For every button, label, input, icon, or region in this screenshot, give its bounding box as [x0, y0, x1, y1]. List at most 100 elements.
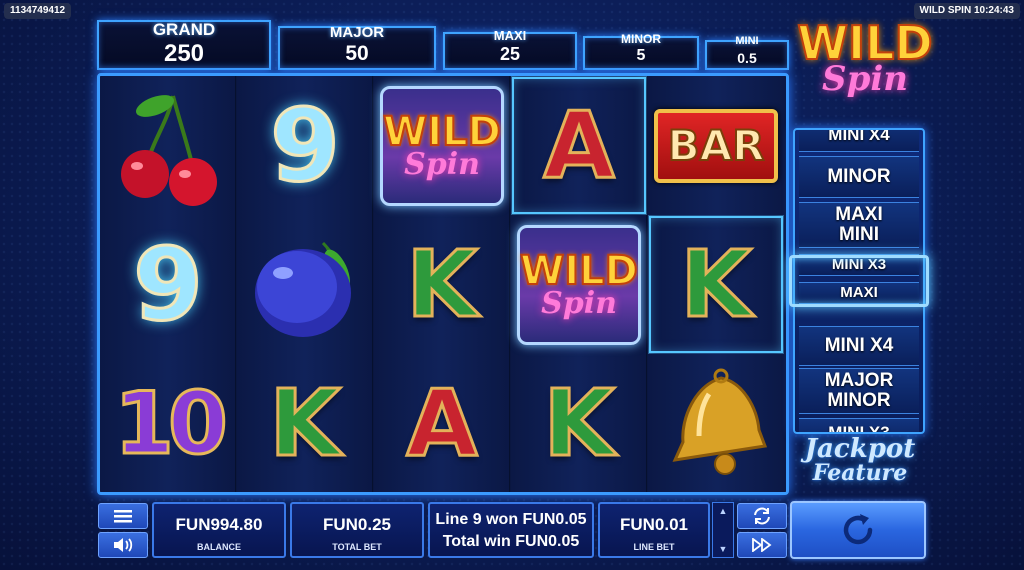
feature-label-line2: Feature	[812, 460, 908, 486]
line-bet-stepper[interactable]: ▲ ▼	[712, 502, 734, 558]
symbol-nine: 9	[100, 215, 236, 354]
wheel-item-label: MAJOR	[824, 370, 894, 391]
spin-text: Spin	[541, 285, 617, 321]
wheel-item: MINI X3	[799, 418, 919, 434]
symbol-k: K	[237, 354, 373, 492]
total-win-text: Total win FUN0.05	[442, 533, 580, 550]
balance-panel: FUN994.80 BALANCE	[152, 502, 286, 558]
reel-2: 9 K	[237, 76, 373, 492]
bar-text: BAR	[667, 120, 766, 171]
spin-arrow-icon	[843, 514, 873, 545]
reel-4: A WILD Spin K	[511, 76, 647, 492]
win-panel: Line 9 won FUN0.05 Total win FUN0.05	[428, 502, 594, 558]
wheel-item: MINI X4	[799, 326, 919, 366]
symbol-nine: 9	[237, 76, 373, 215]
reel-1: 9 10	[100, 76, 236, 492]
cherry-icon	[121, 94, 217, 206]
reel-5: BAR K	[648, 76, 786, 492]
speaker-icon	[114, 538, 133, 552]
line-bet-panel: FUN0.01 LINE BET	[598, 502, 710, 558]
jackpot-mini: MINI 0.5	[705, 35, 789, 70]
wheel-item-label: MINOR	[827, 390, 891, 411]
jackpot-name: MAXI	[493, 28, 527, 43]
symbol-cherry	[100, 76, 236, 215]
menu-button[interactable]	[98, 503, 148, 529]
jackpot-maxi: MAXI 25	[443, 28, 577, 70]
jackpot-name: GRAND	[152, 20, 216, 39]
wild-text: WILD	[519, 247, 639, 294]
jackpot-value: 250	[163, 40, 205, 67]
plum-icon	[255, 241, 351, 337]
autoplay-button[interactable]	[737, 503, 787, 529]
jackpot-value: 5	[636, 47, 646, 64]
wheel-item-label: MINOR	[827, 166, 891, 187]
symbol-a: A	[511, 76, 647, 215]
symbol-wild: WILD Spin	[511, 215, 647, 354]
nine-symbol-text: 9	[269, 86, 342, 204]
jackpot-name: MAJOR	[329, 24, 385, 41]
jackpot-value: 50	[345, 42, 369, 65]
hamburger-icon	[114, 510, 132, 523]
ten-symbol-text: 10	[113, 373, 230, 474]
symbol-k: K	[648, 215, 784, 354]
spin-text: Spin	[404, 146, 480, 182]
a-symbol-text: A	[405, 369, 479, 477]
wheel-item: MAXI MINI	[799, 202, 919, 248]
jackpot-grand: GRAND 250	[97, 20, 271, 70]
wheel-item-label: MINI X3	[828, 423, 890, 434]
jackpot-value: 0.5	[737, 50, 757, 66]
jackpot-name: MINI	[735, 35, 759, 47]
wheel-item-label: MAXI	[835, 204, 883, 225]
k-symbol-text: K	[542, 369, 616, 477]
game-logo: WILD Spin	[795, 19, 935, 112]
symbol-bell	[648, 354, 784, 492]
symbol-wild: WILD Spin	[374, 76, 510, 215]
wheel-item-label: MINI	[838, 224, 880, 245]
symbol-k: K	[374, 215, 510, 354]
wheel-item: MAJOR MINOR	[799, 368, 919, 414]
jackpot-name: MINOR	[621, 32, 661, 46]
reel-3: WILD Spin K A	[374, 76, 510, 492]
a-symbol-text: A	[542, 91, 616, 199]
total-bet-panel: FUN0.25 TOTAL BET	[290, 502, 424, 558]
total-bet-label: TOTAL BET	[332, 542, 382, 552]
nine-symbol-text: 9	[132, 225, 205, 343]
symbol-plum	[237, 215, 373, 354]
k-symbol-text: K	[405, 230, 479, 338]
line-bet-value: FUN0.01	[619, 515, 689, 534]
fast-forward-icon	[752, 538, 772, 552]
wheel-item-label: MINI X4	[824, 335, 894, 356]
autoplay-icon	[754, 507, 770, 525]
jackpot-major: MAJOR 50	[278, 24, 436, 70]
symbol-k: K	[511, 354, 647, 492]
wheel-item: MINI X4	[799, 128, 919, 152]
caret-down-icon[interactable]: ▼	[719, 544, 728, 554]
jackpot-value: 25	[499, 44, 521, 64]
total-bet-value: FUN0.25	[322, 515, 392, 534]
balance-label: BALANCE	[197, 542, 241, 552]
wheel-item-label: MINI X4	[828, 128, 890, 144]
session-id: 1134749412	[4, 3, 72, 19]
caret-up-icon[interactable]: ▲	[719, 506, 728, 516]
turbo-button[interactable]	[737, 532, 787, 558]
line-win-text: Line 9 won FUN0.05	[435, 511, 587, 528]
bar-symbol: BAR	[654, 108, 778, 183]
feature-label-line1: Jackpot	[804, 434, 916, 464]
wild-symbol: WILD Spin	[517, 224, 641, 345]
sound-button[interactable]	[98, 532, 148, 558]
reel-area: 9 10 9 K WILD Spin K A A WILD Spin K BAR…	[97, 73, 789, 495]
wheel-selector-frame	[789, 255, 929, 307]
wild-symbol: WILD Spin	[380, 85, 504, 206]
symbol-bar: BAR	[648, 76, 784, 215]
spin-button[interactable]	[790, 501, 926, 559]
line-bet-label: LINE BET	[633, 542, 675, 552]
balance-value: FUN994.80	[175, 515, 263, 534]
wild-text: WILD	[382, 108, 502, 155]
bell-icon	[672, 368, 768, 475]
wheel-item: MINOR	[799, 156, 919, 198]
symbol-a: A	[374, 354, 510, 492]
symbol-ten: 10	[100, 354, 236, 492]
jackpot-minor: MINOR 5	[583, 32, 699, 70]
k-symbol-text: K	[679, 230, 753, 338]
jackpot-feature-label: Jackpot Feature	[790, 436, 930, 484]
